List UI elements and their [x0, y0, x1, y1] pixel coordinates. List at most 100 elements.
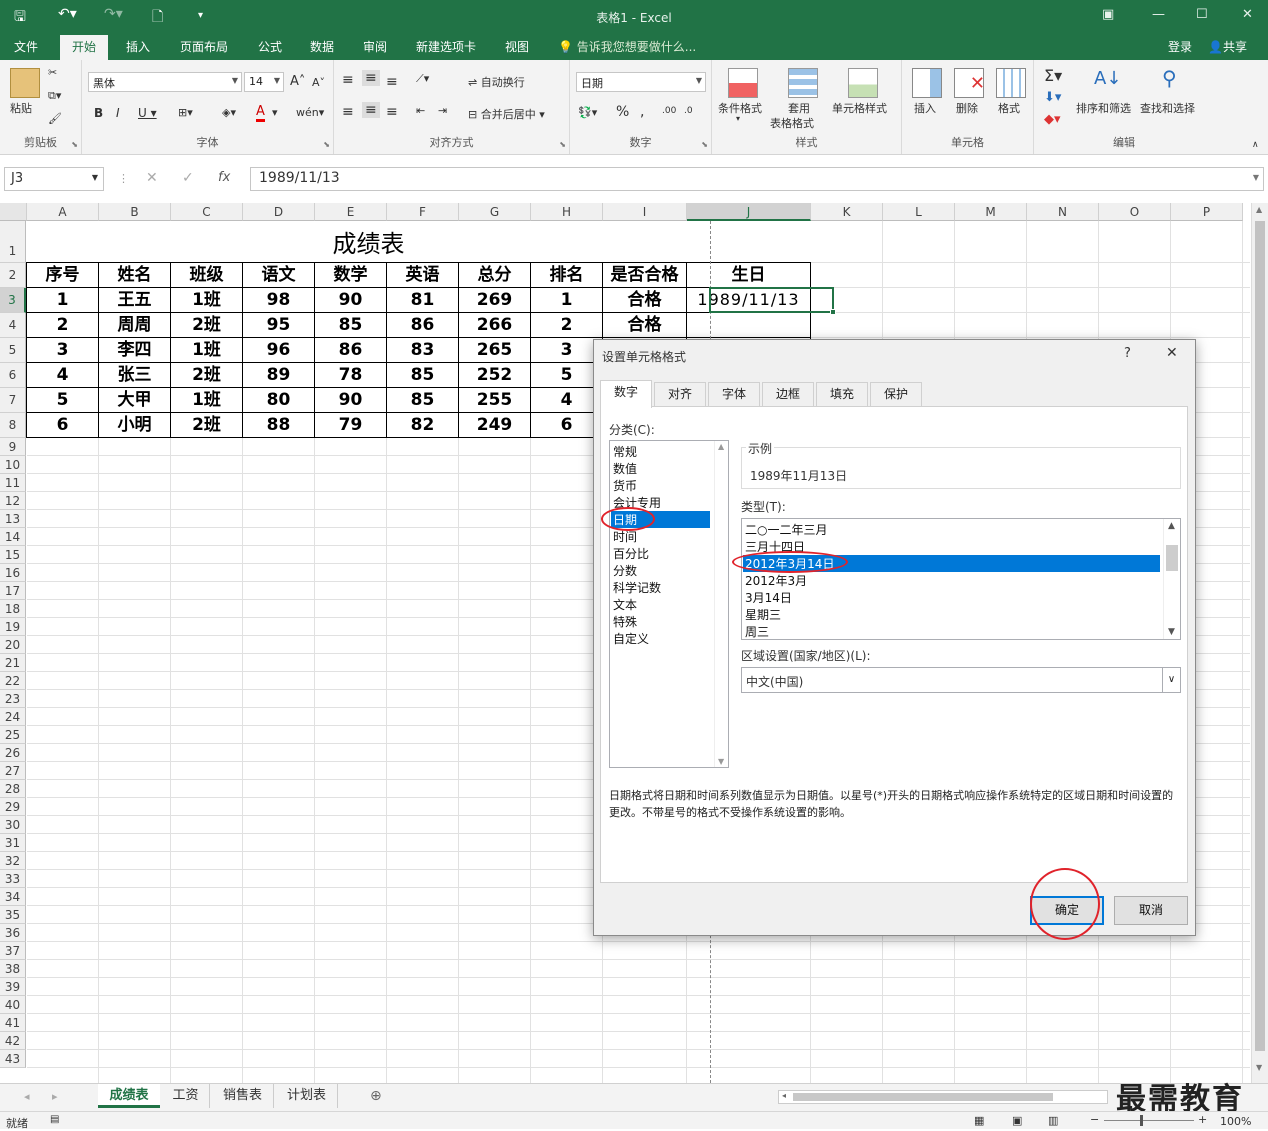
dialog-tab-border[interactable]: 边框 [762, 382, 814, 406]
zoom-in-icon[interactable]: + [1198, 1113, 1207, 1126]
format-cells-button[interactable]: 格式 [998, 100, 1020, 116]
orientation-icon[interactable]: ⟋▾ [416, 72, 429, 86]
row-header-3[interactable]: 3 [0, 288, 26, 313]
table-cell[interactable]: 266 [459, 313, 530, 337]
cell-styles-button[interactable]: 单元格样式 [832, 100, 887, 116]
table-cell[interactable]: 255 [459, 388, 530, 412]
column-header-e[interactable]: E [315, 203, 387, 221]
table-cell[interactable]: 252 [459, 363, 530, 387]
type-scroll-thumb[interactable] [1166, 545, 1178, 571]
scroll-up-icon[interactable]: ▲ [718, 442, 724, 451]
collapse-ribbon-icon[interactable]: ∧ [1252, 140, 1259, 150]
scroll-thumb[interactable] [1255, 221, 1265, 1051]
zoom-out-icon[interactable]: − [1090, 1113, 1099, 1126]
ribbon-display-icon[interactable]: ▣ [1102, 7, 1114, 22]
cut-icon[interactable]: ✂ [48, 66, 57, 79]
column-header-p[interactable]: P [1171, 203, 1243, 221]
column-header-j[interactable]: J [687, 203, 811, 221]
prev-sheet-icon[interactable]: ◂ [24, 1090, 30, 1103]
cancel-formula-icon[interactable]: ✕ [146, 170, 158, 186]
delete-cells-button[interactable]: 删除 [956, 100, 978, 116]
login-link[interactable]: 登录 [1168, 38, 1192, 55]
row-header-12[interactable]: 12 [0, 492, 26, 510]
dialog-tab-font[interactable]: 字体 [708, 382, 760, 406]
dialog-tab-fill[interactable]: 填充 [816, 382, 868, 406]
category-item[interactable]: 文本 [613, 596, 637, 613]
vertical-scrollbar[interactable]: ▲ ▼ [1251, 203, 1268, 1083]
category-item[interactable]: 数值 [613, 460, 637, 477]
row-header-41[interactable]: 41 [0, 1014, 26, 1032]
row-header-24[interactable]: 24 [0, 708, 26, 726]
scroll-down-icon[interactable]: ▼ [718, 757, 724, 766]
tell-me-box[interactable]: 💡 告诉我您想要做什么... [558, 38, 696, 55]
category-item[interactable]: 分数 [613, 562, 637, 579]
header-cell[interactable]: 是否合格 [603, 263, 686, 287]
number-launcher-icon[interactable]: ⬊ [701, 140, 708, 149]
table-cell[interactable]: 80 [243, 388, 314, 412]
row-header-42[interactable]: 42 [0, 1032, 26, 1050]
row-header-39[interactable]: 39 [0, 978, 26, 996]
row-header-36[interactable]: 36 [0, 924, 26, 942]
table-cell[interactable]: 89 [243, 363, 314, 387]
tab-page-layout[interactable]: 页面布局 [180, 38, 228, 55]
row-header-19[interactable]: 19 [0, 618, 26, 636]
column-header-h[interactable]: H [531, 203, 603, 221]
fill-handle[interactable] [830, 309, 836, 315]
alignment-launcher-icon[interactable]: ⬊ [559, 140, 566, 149]
table-cell[interactable]: 3 [531, 338, 602, 362]
sheet-tab-sales[interactable]: 销售表 [212, 1084, 274, 1108]
percent-icon[interactable]: % [616, 104, 629, 120]
type-item[interactable]: 星期三 [745, 606, 781, 623]
row-header-6[interactable]: 6 [0, 363, 26, 388]
column-header-n[interactable]: N [1027, 203, 1099, 221]
insert-cells-button[interactable]: 插入 [914, 100, 936, 116]
table-cell[interactable]: 1班 [171, 388, 242, 412]
row-header-35[interactable]: 35 [0, 906, 26, 924]
header-cell[interactable]: 排名 [531, 263, 602, 287]
format-painter-icon[interactable]: 🖌 [48, 112, 62, 125]
row-header-10[interactable]: 10 [0, 456, 26, 474]
table-cell[interactable]: 265 [459, 338, 530, 362]
table-cell[interactable]: 周周 [99, 313, 170, 337]
table-format-button-line2[interactable]: 表格格式 [770, 115, 814, 131]
locale-select[interactable]: 中文(中国) ∨ [741, 667, 1181, 693]
row-header-2[interactable]: 2 [0, 263, 26, 288]
table-cell[interactable]: 249 [459, 413, 530, 437]
table-format-icon[interactable] [788, 68, 818, 98]
row-header-33[interactable]: 33 [0, 870, 26, 888]
row-header-15[interactable]: 15 [0, 546, 26, 564]
table-cell[interactable]: 合格 [603, 313, 686, 337]
row-header-11[interactable]: 11 [0, 474, 26, 492]
table-cell[interactable]: 2班 [171, 363, 242, 387]
shrink-font-icon[interactable]: A˅ [312, 76, 325, 89]
increase-decimal-icon[interactable]: .00 [662, 106, 676, 116]
scroll-down-icon[interactable]: ▼ [1256, 1063, 1262, 1072]
sheet-tab-scores[interactable]: 成绩表 [98, 1084, 160, 1108]
insert-function-icon[interactable]: fx [218, 170, 230, 185]
table-format-button-line1[interactable]: 套用 [788, 100, 810, 116]
table-cell[interactable]: 82 [387, 413, 458, 437]
tab-formulas[interactable]: 公式 [258, 38, 282, 55]
table-cell[interactable]: 1班 [171, 338, 242, 362]
category-item[interactable]: 货币 [613, 477, 637, 494]
table-cell[interactable]: 4 [531, 388, 602, 412]
table-cell[interactable]: 6 [27, 413, 98, 437]
dialog-tab-protection[interactable]: 保护 [870, 382, 922, 406]
row-header-30[interactable]: 30 [0, 816, 26, 834]
tab-data[interactable]: 数据 [310, 38, 334, 55]
table-cell[interactable]: 4 [27, 363, 98, 387]
h-scroll-thumb[interactable] [793, 1093, 1053, 1101]
row-header-9[interactable]: 9 [0, 438, 26, 456]
table-cell[interactable]: 90 [315, 288, 386, 312]
table-cell[interactable]: 86 [315, 338, 386, 362]
category-item[interactable]: 自定义 [613, 630, 649, 647]
column-header-d[interactable]: D [243, 203, 315, 221]
category-scrollbar[interactable]: ▲ ▼ [714, 441, 728, 767]
zoom-slider[interactable] [1104, 1120, 1194, 1121]
scroll-up-icon[interactable]: ▲ [1256, 205, 1262, 214]
header-cell[interactable]: 数学 [315, 263, 386, 287]
tab-file[interactable]: 文件 [14, 38, 38, 55]
category-item[interactable]: 科学记数 [613, 579, 661, 596]
underline-button[interactable]: U ▾ [138, 106, 157, 120]
fill-color-icon[interactable]: ◈▾ [222, 106, 236, 119]
